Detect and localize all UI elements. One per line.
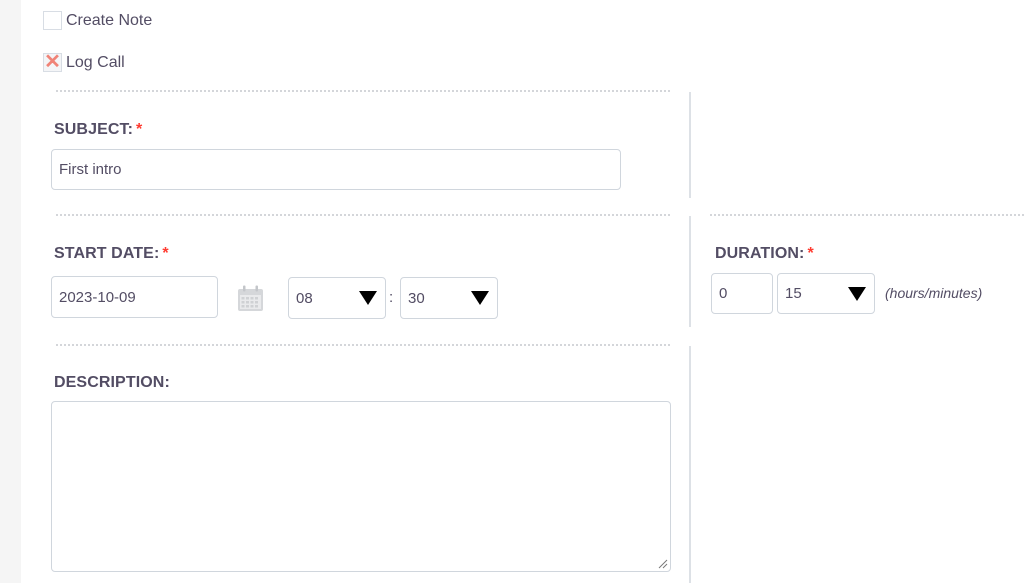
required-marker: * bbox=[162, 245, 169, 262]
description-label-text: DESCRIPTION: bbox=[54, 374, 170, 391]
triangle-down-icon bbox=[848, 286, 866, 301]
log-call-label: Log Call bbox=[66, 53, 125, 71]
duration-hours-value: 0 bbox=[719, 285, 728, 302]
create-note-checkbox[interactable] bbox=[43, 11, 62, 30]
create-note-label: Create Note bbox=[66, 11, 153, 29]
subject-label: SUBJECT: * bbox=[54, 121, 142, 139]
duration-label: DURATION: * bbox=[715, 245, 814, 263]
start-date-label: START DATE: * bbox=[54, 245, 169, 263]
triangle-down-icon bbox=[359, 291, 377, 305]
column-divider bbox=[689, 346, 691, 583]
divider bbox=[710, 214, 1024, 216]
subject-label-text: SUBJECT: bbox=[54, 121, 134, 138]
create-note-option[interactable]: Create Note bbox=[43, 11, 152, 30]
column-divider bbox=[689, 92, 691, 198]
divider bbox=[56, 90, 670, 92]
column-divider bbox=[689, 216, 691, 327]
time-separator: : bbox=[389, 289, 394, 306]
duration-hours-input[interactable]: 0 bbox=[711, 273, 773, 314]
start-date-value: 2023-10-09 bbox=[59, 288, 136, 306]
required-marker: * bbox=[807, 245, 814, 262]
duration-minutes-select[interactable]: 15 bbox=[777, 273, 875, 314]
divider bbox=[56, 214, 670, 216]
start-hour-select[interactable]: 08 bbox=[288, 277, 386, 319]
resize-grip-icon[interactable] bbox=[658, 559, 668, 569]
duration-hint: (hours/minutes) bbox=[885, 285, 983, 301]
calendar-icon[interactable] bbox=[237, 285, 264, 312]
x-mark-icon: ✕ bbox=[44, 51, 61, 73]
left-sidebar-strip bbox=[0, 0, 21, 583]
start-minute-select[interactable]: 30 bbox=[400, 277, 498, 319]
subject-input[interactable]: First intro bbox=[51, 149, 621, 190]
duration-label-text: DURATION: bbox=[715, 245, 805, 262]
start-minute-value: 30 bbox=[408, 289, 425, 307]
start-hour-value: 08 bbox=[296, 289, 313, 307]
triangle-down-icon bbox=[471, 291, 489, 305]
description-textarea[interactable] bbox=[51, 401, 671, 572]
description-label: DESCRIPTION: bbox=[54, 374, 170, 392]
divider bbox=[56, 344, 670, 346]
duration-minutes-value: 15 bbox=[785, 285, 802, 302]
start-date-label-text: START DATE: bbox=[54, 245, 160, 262]
log-call-option[interactable]: ✕ Log Call bbox=[43, 51, 125, 73]
start-date-input[interactable]: 2023-10-09 bbox=[51, 276, 218, 318]
log-call-checkbox[interactable]: ✕ bbox=[43, 51, 62, 73]
subject-value: First intro bbox=[59, 161, 122, 178]
required-marker: * bbox=[136, 121, 143, 138]
